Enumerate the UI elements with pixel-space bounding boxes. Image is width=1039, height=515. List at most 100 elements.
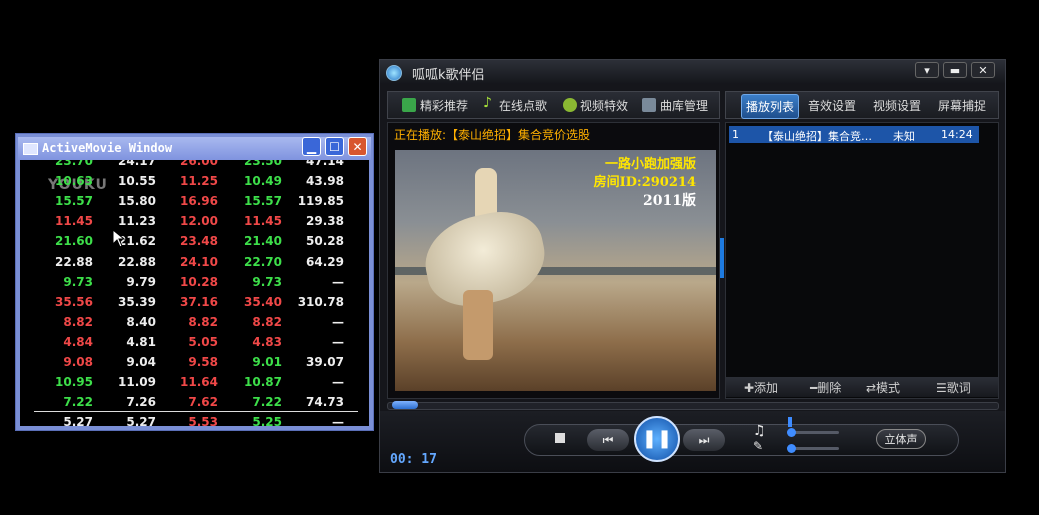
- table-row: 22.88 22.88 24.10 22.70 64.29: [20, 255, 369, 275]
- music-note-icon: ♪: [483, 95, 492, 111]
- table-cell: 22.88: [55, 254, 93, 269]
- table-cell: 23.48: [180, 234, 218, 249]
- table-row: 21.60 21.62 23.48 21.40 50.28: [20, 234, 369, 254]
- transport-bar: ⏮ ❚❚ ⏭ ♫ ✎ 立体声: [524, 416, 959, 462]
- player-title: 呱呱k歌伴侣: [412, 68, 485, 83]
- mic-volume-icon: ✎: [753, 439, 764, 453]
- add-button[interactable]: ✚添加: [744, 379, 778, 396]
- window-icon: [23, 143, 38, 155]
- player-titlebar[interactable]: 呱呱k歌伴侣 ▾ ▬ ✕: [380, 60, 1005, 84]
- pane-splitter[interactable]: [720, 238, 724, 278]
- table-cell: 47.14: [306, 160, 344, 168]
- menu-dropdown-button[interactable]: ▾: [915, 62, 939, 78]
- playlist-item[interactable]: 1 【泰山绝招】集合竞… 未知 14:24: [729, 126, 979, 143]
- table-cell: 7.22: [63, 395, 93, 410]
- karaoke-player-window: 呱呱k歌伴侣 ▾ ▬ ✕ 精彩推荐 ♪ 在线点歌 视频特效 曲库管理 播放列表 …: [379, 59, 1006, 473]
- close-button[interactable]: ✕: [971, 62, 995, 78]
- seek-bar[interactable]: [387, 401, 999, 410]
- table-row: 10.63 10.55 11.25 10.49 43.98: [20, 174, 369, 194]
- table-cell: 39.07: [306, 355, 344, 369]
- table-cell: 23.50: [244, 160, 282, 168]
- table-row: 9.73 9.79 10.28 9.73 —: [20, 275, 369, 295]
- video-figure-legs: [463, 290, 493, 360]
- minimize-button[interactable]: ▬: [943, 62, 967, 78]
- table-cell: 7.22: [252, 395, 282, 410]
- table-cell: 11.25: [180, 174, 218, 189]
- table-row: 11.45 11.23 12.00 11.45 29.38: [20, 214, 369, 234]
- right-tab-bar: 播放列表 音效设置 视频设置 屏幕捕捉: [725, 91, 999, 119]
- delete-button[interactable]: ━删除: [810, 379, 841, 396]
- table-cell: 8.82: [252, 314, 282, 329]
- table-cell: —: [332, 334, 344, 349]
- table-cell: 16.96: [180, 194, 218, 209]
- now-playing-label: 正在播放:【泰山绝招】集合竞价选股: [394, 128, 591, 142]
- tab-screen-capture[interactable]: 屏幕捕捉: [938, 97, 986, 114]
- table-cell: 9.73: [63, 274, 93, 289]
- lyrics-button[interactable]: ☰歌词: [936, 379, 971, 396]
- stop-button[interactable]: [555, 433, 565, 443]
- table-cell: —: [332, 375, 344, 390]
- table-cell: 9.04: [126, 355, 156, 369]
- playlist-item-title: 【泰山绝招】集合竞…: [762, 130, 872, 143]
- video-display[interactable]: 一路小跑加强版 房间ID:290214 2011版: [395, 150, 716, 391]
- tab-recommend[interactable]: 精彩推荐: [420, 97, 468, 114]
- table-row: 10.95 11.09 11.64 10.87 —: [20, 375, 369, 395]
- activemovie-title: ActiveMovie Window: [42, 141, 173, 155]
- table-row: 5.27 5.27 5.53 5.25 —: [20, 415, 369, 426]
- minimize-button[interactable]: ▁: [302, 137, 321, 156]
- table-cell: 9.58: [188, 355, 218, 369]
- table-cell: 26.00: [180, 160, 218, 168]
- time-display: 00: 17: [390, 452, 437, 467]
- playlist-item-index: 1: [732, 128, 739, 141]
- tab-sound-settings[interactable]: 音效设置: [808, 97, 856, 114]
- table-cell: 74.73: [306, 395, 344, 410]
- table-cell: 9.01: [252, 355, 282, 369]
- table-cell: 64.29: [306, 254, 344, 269]
- mic-volume-slider[interactable]: [787, 444, 839, 453]
- table-cell: 12.00: [180, 214, 218, 229]
- table-row: 4.84 4.81 5.05 4.83 —: [20, 335, 369, 355]
- table-cell: 10.87: [244, 375, 282, 390]
- tab-video-effects[interactable]: 视频特效: [580, 97, 628, 114]
- table-row: 23.70 24.17 26.00 23.50 47.14: [20, 160, 369, 174]
- video-content: YOUKU 23.70 24.17 26.00 23.50 47.14 10.63 10.5…: [20, 160, 369, 426]
- table-cell: 8.82: [188, 314, 218, 329]
- table-cell: 21.40: [244, 234, 282, 249]
- table-cell: —: [332, 314, 344, 329]
- slider-knob[interactable]: [787, 428, 796, 437]
- tab-video-settings[interactable]: 视频设置: [873, 97, 921, 114]
- table-cell: 24.17: [118, 160, 156, 168]
- table-cell: 21.60: [55, 234, 93, 249]
- mode-button[interactable]: ⇄模式: [866, 379, 900, 396]
- tab-playlist[interactable]: 播放列表: [741, 94, 800, 119]
- table-cell: 5.25: [252, 415, 282, 426]
- stereo-button[interactable]: 立体声: [876, 429, 926, 449]
- table-cell: 10.95: [55, 375, 93, 390]
- tab-online-songs[interactable]: 在线点歌: [499, 97, 547, 114]
- slider-knob[interactable]: [787, 444, 796, 453]
- previous-button[interactable]: ⏮: [587, 429, 629, 451]
- table-row: 9.08 9.04 9.58 9.01 39.07: [20, 355, 369, 375]
- table-cell: 50.28: [306, 234, 344, 249]
- playlist-pane: 1 【泰山绝招】集合竞… 未知 14:24 ✚添加 ━删除 ⇄模式 ☰歌词: [725, 122, 999, 399]
- table-cell: 10.55: [118, 174, 156, 189]
- table-cell: 37.16: [180, 294, 218, 309]
- table-cell: 119.85: [297, 194, 344, 209]
- table-cell: 35.56: [55, 294, 93, 309]
- table-cell: 29.38: [306, 214, 344, 229]
- table-row: 7.22 7.26 7.62 7.22 74.73: [20, 395, 369, 415]
- table-cell: 22.70: [244, 254, 282, 269]
- recommend-icon: [402, 98, 416, 112]
- close-button[interactable]: ✕: [348, 137, 367, 156]
- table-cell: 23.70: [55, 160, 93, 168]
- table-cell: 4.83: [252, 334, 282, 349]
- table-cell: 9.79: [126, 274, 156, 289]
- maximize-button[interactable]: ☐: [325, 137, 344, 156]
- next-button[interactable]: ⏭: [683, 429, 725, 451]
- table-cell: 35.39: [118, 294, 156, 309]
- seek-knob[interactable]: [392, 401, 418, 409]
- table-cell: 10.28: [180, 274, 218, 289]
- tab-library[interactable]: 曲库管理: [660, 97, 708, 114]
- pause-button[interactable]: ❚❚: [634, 416, 680, 462]
- music-volume-slider[interactable]: [787, 428, 839, 437]
